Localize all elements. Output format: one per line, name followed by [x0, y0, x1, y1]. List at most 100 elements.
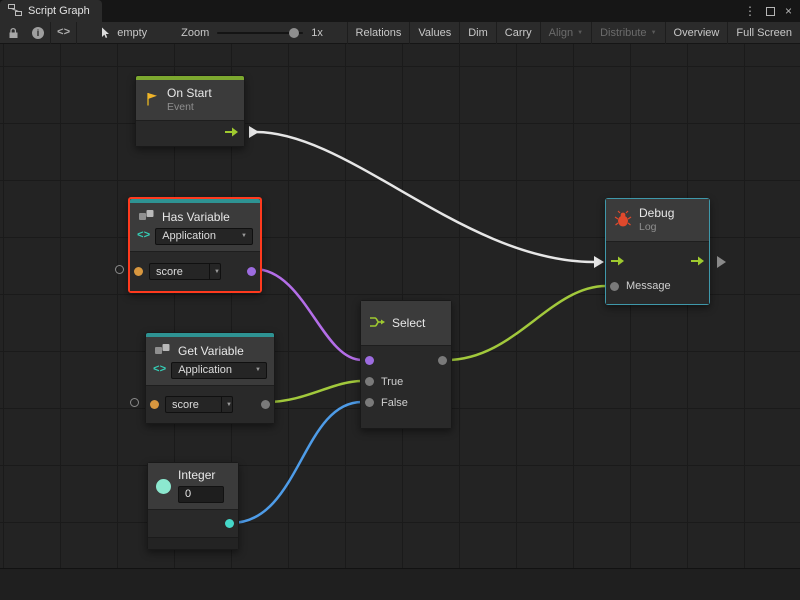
overview-button[interactable]: Overview [666, 22, 728, 44]
caret-down-icon: ▼ [214, 269, 220, 275]
unconnected-port-indicator[interactable] [130, 398, 139, 407]
distribute-button[interactable]: Distribute ▼ [592, 22, 664, 44]
message-port[interactable] [610, 282, 619, 291]
node-select[interactable]: Select True False [360, 300, 452, 429]
graph-canvas[interactable]: On Start Event Has Variable [0, 44, 800, 568]
angle-brackets-icon: <> [137, 230, 150, 242]
toolbar-separator [76, 22, 77, 44]
close-icon[interactable]: × [785, 4, 792, 18]
flag-icon [144, 91, 160, 110]
kebab-menu-icon[interactable]: ⋮ [744, 4, 756, 18]
align-button[interactable]: Align ▼ [541, 22, 591, 44]
titlebar: Script Graph ⋮ × [0, 0, 800, 22]
variable-value: score [172, 399, 199, 411]
info-icon[interactable]: i [26, 22, 50, 44]
zoom-value: 1x [311, 27, 323, 39]
carry-label: Carry [505, 27, 532, 39]
integer-icon [156, 479, 171, 494]
flow-in-port[interactable] [610, 255, 625, 270]
zoom-label: Zoom [181, 27, 209, 39]
message-port-label: Message [626, 280, 671, 292]
integer-value-field[interactable]: 0 [178, 486, 224, 503]
variable-name-port[interactable] [134, 267, 143, 276]
condition-port[interactable] [365, 356, 374, 365]
cursor-icon [93, 22, 117, 44]
node-title: Integer [178, 469, 224, 483]
dim-label: Dim [468, 27, 488, 39]
script-graph-window: Script Graph ⋮ × i <> empty Zoom 1x Rela… [0, 0, 800, 600]
relations-button[interactable]: Relations [348, 22, 410, 44]
selection-out-port[interactable] [438, 356, 447, 365]
variable-scope-dropdown[interactable]: Application ▼ [155, 228, 253, 245]
node-has-variable[interactable]: Has Variable <> Application ▼ score ▼ [128, 197, 262, 293]
caret-down-icon: ▼ [255, 367, 261, 373]
flow-out-indicator [717, 256, 726, 268]
node-subtitle: Log [639, 221, 674, 233]
values-label: Values [418, 27, 451, 39]
flow-out-port[interactable] [224, 126, 239, 141]
variable-value: score [156, 266, 183, 278]
node-title: Debug [639, 207, 674, 221]
node-title: Select [392, 316, 425, 330]
tab-script-graph[interactable]: Script Graph [0, 0, 102, 22]
fullscreen-label: Full Screen [736, 27, 792, 39]
flow-start-arrow [249, 126, 259, 138]
variables-icon [154, 343, 172, 359]
wire-select-to-debuglog-message[interactable] [446, 286, 606, 360]
maximize-icon[interactable] [766, 7, 775, 16]
scope-value: Application [178, 364, 232, 376]
result-port[interactable] [247, 267, 256, 276]
align-label: Align [549, 27, 573, 39]
tab-label: Script Graph [28, 5, 90, 17]
integer-out-port[interactable] [225, 519, 234, 528]
fullscreen-button[interactable]: Full Screen [728, 22, 800, 44]
variable-scope-dropdown[interactable]: Application ▼ [171, 362, 267, 379]
caret-down-icon: ▼ [577, 30, 583, 36]
false-value-port[interactable] [365, 398, 374, 407]
angle-brackets-icon[interactable]: <> [51, 22, 76, 44]
zoom-knob[interactable] [289, 28, 299, 38]
graph-icon [8, 4, 22, 19]
node-title: On Start [167, 87, 212, 101]
toolbar: i <> empty Zoom 1x Relations Values Dim … [0, 22, 800, 44]
node-subtitle: Event [167, 101, 212, 113]
wire-onstart-to-debuglog[interactable] [256, 132, 594, 262]
wire-getvariable-to-select-true[interactable] [267, 381, 362, 402]
node-integer[interactable]: Integer 0 [147, 462, 239, 550]
bottom-panel [0, 568, 800, 600]
node-debug-log[interactable]: Debug Log Message [605, 198, 710, 305]
node-footer [148, 537, 238, 549]
node-on-start[interactable]: On Start Event [135, 75, 245, 147]
variable-name-dropdown[interactable]: score ▼ [149, 263, 221, 280]
dim-button[interactable]: Dim [460, 22, 496, 44]
value-out-port[interactable] [261, 400, 270, 409]
true-port-label: True [381, 376, 403, 388]
node-get-variable[interactable]: Get Variable <> Application ▼ score ▼ [145, 332, 275, 424]
carry-button[interactable]: Carry [497, 22, 540, 44]
info-glyph: i [32, 27, 44, 39]
node-title: Has Variable [162, 210, 230, 224]
relations-label: Relations [356, 27, 402, 39]
flow-out-port[interactable] [690, 255, 705, 270]
scope-value: Application [162, 230, 216, 242]
node-title: Get Variable [178, 344, 244, 358]
unconnected-port-indicator[interactable] [115, 265, 124, 274]
bug-icon [614, 210, 632, 231]
caret-down-icon: ▼ [651, 30, 657, 36]
selection-status: empty [117, 27, 147, 39]
zoom-slider[interactable] [217, 32, 303, 34]
lock-icon[interactable] [0, 22, 26, 44]
caret-down-icon: ▼ [241, 233, 247, 239]
variable-name-port[interactable] [150, 400, 159, 409]
variables-icon [138, 209, 156, 225]
values-button[interactable]: Values [410, 22, 459, 44]
overview-label: Overview [674, 27, 720, 39]
variable-name-dropdown[interactable]: score ▼ [165, 396, 233, 413]
flow-end-arrow [594, 256, 604, 268]
angle-brackets-icon: <> [153, 364, 166, 376]
caret-down-icon: ▼ [226, 402, 232, 408]
select-icon [369, 314, 386, 333]
true-value-port[interactable] [365, 377, 374, 386]
distribute-label: Distribute [600, 27, 646, 39]
false-port-label: False [381, 397, 408, 409]
